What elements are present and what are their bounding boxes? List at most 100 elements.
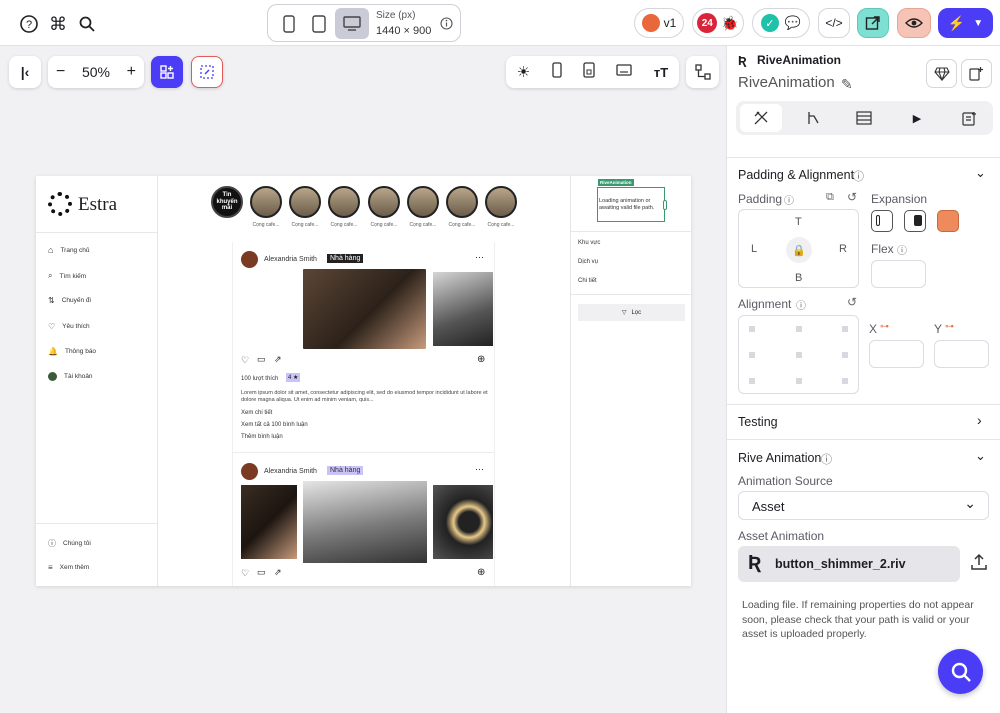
nav-favorites[interactable]: ♡ Yêu thích: [48, 322, 90, 331]
padding-top[interactable]: T: [795, 216, 802, 228]
tab-backend[interactable]: [843, 104, 885, 132]
padding-bottom[interactable]: B: [795, 272, 802, 284]
edit-icon[interactable]: ✎: [841, 76, 853, 93]
x-input[interactable]: [869, 340, 924, 368]
add-component-button[interactable]: [961, 59, 992, 88]
phone-preview-icon[interactable]: [551, 61, 562, 83]
expansion-expand-button[interactable]: [937, 210, 959, 232]
story-item[interactable]: [485, 186, 517, 218]
heart-icon[interactable]: ♡: [241, 355, 249, 366]
padding-right[interactable]: R: [839, 243, 847, 255]
search-icon[interactable]: [76, 13, 98, 35]
add-widget-button[interactable]: [151, 56, 183, 88]
story-item[interactable]: [446, 186, 478, 218]
filter-button[interactable]: ▽ Lọc: [578, 304, 685, 321]
info-icon[interactable]: [438, 15, 454, 31]
padding-left[interactable]: L: [751, 243, 757, 255]
area-link[interactable]: Khu vực: [578, 240, 600, 246]
post-detail-link[interactable]: Xem chi tiết: [241, 410, 272, 416]
nav-about[interactable]: ⓘ Chúng tôi: [48, 538, 91, 549]
zoom-in-icon[interactable]: +: [127, 63, 136, 81]
comment-icon[interactable]: ▭: [257, 567, 266, 578]
nav-trips[interactable]: ⇅ Chuyến đi: [48, 296, 91, 305]
story-item[interactable]: [368, 186, 400, 218]
device-preview[interactable]: Estra ⌂ Trang chủ ⌕ Tìm kiếm ⇅ Chuyến đi ♡ Y…: [36, 176, 692, 586]
add-icon[interactable]: ⊕: [477, 567, 485, 578]
story-item[interactable]: [250, 186, 282, 218]
story-item[interactable]: [328, 186, 360, 218]
asset-file-chip[interactable]: Ʀ button_shimmer_2.riv: [738, 546, 960, 582]
text-size-icon[interactable]: тT: [654, 65, 668, 80]
info-icon[interactable]: ⓘ: [897, 242, 907, 257]
tree-view-button[interactable]: [686, 56, 719, 88]
alignment-grid[interactable]: [738, 315, 859, 394]
keyboard-icon[interactable]: [616, 63, 633, 81]
resize-handle[interactable]: [663, 200, 667, 210]
phone-device-icon[interactable]: [276, 11, 302, 37]
chevron-down-icon[interactable]: ⌄: [975, 448, 986, 464]
status-chat-button[interactable]: ✓ 💬: [752, 8, 810, 38]
info-icon[interactable]: ⓘ: [853, 168, 864, 184]
command-icon[interactable]: ⌘: [47, 13, 69, 35]
more-icon[interactable]: ⋯: [475, 464, 484, 475]
post-image[interactable]: [303, 481, 427, 563]
post-image[interactable]: [241, 485, 297, 559]
nav-home[interactable]: ⌂ Trang chủ: [48, 245, 89, 255]
bugs-button[interactable]: 24 🐞: [692, 8, 744, 38]
share-button[interactable]: [857, 8, 889, 38]
info-icon[interactable]: ⓘ: [784, 192, 794, 207]
share-icon[interactable]: ⇗: [274, 567, 282, 578]
zoom-out-icon[interactable]: −: [56, 63, 65, 81]
nav-notifications[interactable]: 🔔 Thông báo: [48, 347, 96, 356]
tablet-device-icon[interactable]: [306, 11, 332, 37]
magic-select-button[interactable]: [191, 56, 223, 88]
share-icon[interactable]: ⇗: [274, 354, 282, 365]
story-item[interactable]: [407, 186, 439, 218]
tab-properties[interactable]: [740, 104, 782, 132]
nav-account[interactable]: Tài khoản: [48, 372, 93, 381]
more-icon[interactable]: ⋯: [475, 252, 484, 263]
rive-widget[interactable]: RiveAnimation Loading animation or await…: [597, 179, 667, 222]
info-icon[interactable]: ⓘ: [821, 451, 832, 467]
reset-icon[interactable]: ↺: [847, 190, 857, 204]
comment-icon[interactable]: ▭: [257, 354, 266, 365]
copy-icon[interactable]: ⧉: [826, 191, 834, 204]
info-icon[interactable]: ⓘ: [796, 297, 806, 312]
premium-button[interactable]: [926, 59, 957, 88]
tab-preview[interactable]: ▶: [896, 104, 938, 132]
reset-icon[interactable]: ↺: [847, 295, 857, 309]
code-view-button[interactable]: </>: [818, 8, 850, 38]
add-comment-link[interactable]: Thêm bình luận: [241, 434, 283, 440]
service-link[interactable]: Dịch vụ: [578, 259, 598, 265]
heart-icon[interactable]: ♡: [241, 568, 249, 579]
story-item[interactable]: [289, 186, 321, 218]
post-image[interactable]: [433, 485, 493, 559]
post-comments-link[interactable]: Xem tất cả 100 bình luận: [241, 422, 308, 428]
brightness-icon[interactable]: ☀: [517, 63, 530, 81]
y-input[interactable]: [934, 340, 989, 368]
component-name[interactable]: RiveAnimation: [738, 74, 835, 91]
add-icon[interactable]: ⊕: [477, 354, 485, 365]
story-promo[interactable]: Tin khuyến mãi: [211, 186, 243, 218]
testing-section[interactable]: Testing ›: [727, 405, 1000, 438]
detail-link[interactable]: Chi tiết: [578, 278, 597, 284]
version-button[interactable]: v1: [634, 8, 684, 38]
nav-more[interactable]: ≡ Xem thêm: [48, 563, 89, 572]
flex-input[interactable]: [871, 260, 926, 288]
post-image[interactable]: [303, 269, 426, 349]
device-frame-icon[interactable]: [583, 61, 595, 83]
run-button[interactable]: ⚡ ▼: [938, 8, 993, 38]
upload-icon[interactable]: [970, 553, 990, 573]
animation-source-select[interactable]: Asset ⌄: [738, 491, 989, 520]
collapse-panel-button[interactable]: |‹: [9, 56, 41, 88]
preview-button[interactable]: [897, 8, 931, 38]
desktop-device-icon[interactable]: [335, 8, 369, 39]
expansion-shrink-button[interactable]: [871, 210, 893, 232]
expansion-flex-button[interactable]: [904, 210, 926, 232]
search-fab[interactable]: [938, 649, 983, 694]
help-icon[interactable]: ?: [18, 13, 40, 35]
lock-icon[interactable]: 🔒: [786, 237, 812, 263]
post-image[interactable]: [433, 272, 493, 346]
nav-search[interactable]: ⌕ Tìm kiếm: [48, 271, 86, 281]
tab-notes[interactable]: [948, 104, 990, 132]
